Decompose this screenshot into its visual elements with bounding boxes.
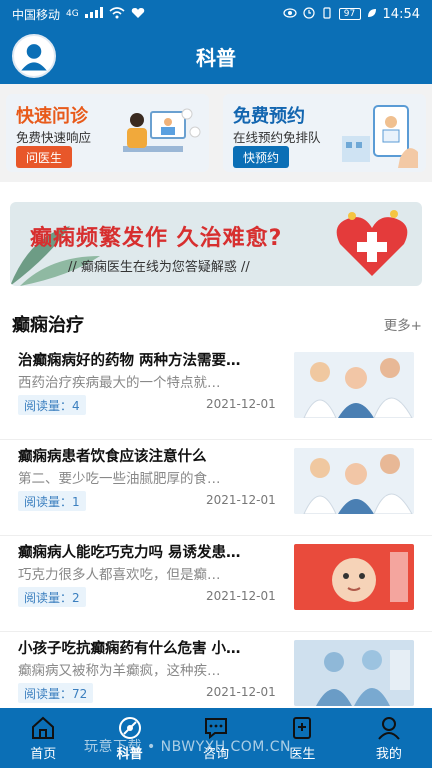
nav-profile[interactable]: 我的 <box>346 708 432 768</box>
free-appointment-subtitle: 在线预约免排队 <box>233 130 321 145</box>
promo-banner[interactable]: 癫痫频繁发作 久治难愈? // 癫痫医生在线为您答疑解惑 // <box>10 202 422 286</box>
quick-consult-title: 快速问诊 <box>16 106 88 127</box>
eye-icon <box>282 7 297 21</box>
battery-indicator: 97 <box>338 8 361 20</box>
article-excerpt: 巧克力很多人都喜欢吃，但是癫… <box>18 567 221 583</box>
article-excerpt: 西药治疗疾病最大的一个特点就… <box>18 375 221 391</box>
read-count-badge: 阅读量：72 <box>18 683 94 703</box>
user-avatar[interactable] <box>12 34 56 78</box>
nav-consult-label: 咨询 <box>203 746 230 762</box>
alarm-icon <box>302 6 315 22</box>
nav-science[interactable]: 科普 <box>86 708 172 768</box>
ask-doctor-button[interactable]: 问医生 <box>16 146 73 168</box>
carrier-label: 中国移动 <box>12 7 61 22</box>
nav-science-label: 科普 <box>116 746 143 762</box>
article-excerpt: 癫痫病又被称为羊癫疯，这种疾… <box>18 663 221 679</box>
app-header: 科普 <box>0 28 432 84</box>
article-title: 癫痫病患者饮食应该注意什么 <box>18 449 207 465</box>
quick-actions: 快速问诊 免费快速响应 问医生 免费预约 在线预约免排队 快预约 <box>0 84 432 182</box>
article-title: 小孩子吃抗癫痫药有什么危害 小… <box>18 641 241 657</box>
article-date: 2021-12-01 <box>206 589 276 603</box>
more-link[interactable]: 更多+ <box>384 314 422 334</box>
banner-section: 癫痫频繁发作 久治难愈? // 癫痫医生在线为您答疑解惑 // <box>0 196 432 296</box>
doctor-icon <box>293 716 312 739</box>
section-title: 癫痫治疗 <box>12 315 84 336</box>
quick-consult-subtitle: 免费快速响应 <box>16 130 92 145</box>
article-thumbnail <box>294 448 414 514</box>
doctor-patient-photo-icon <box>294 352 414 418</box>
article-thumbnail <box>294 544 414 610</box>
signal-icon <box>84 7 103 21</box>
avatar-icon <box>15 37 53 75</box>
article-date: 2021-12-01 <box>206 493 276 507</box>
home-icon <box>32 716 55 739</box>
status-bar: 中国移动 4G 97 14:54 <box>0 0 432 28</box>
banner-subline: // 癫痫医生在线为您答疑解惑 // <box>68 260 250 275</box>
article-item[interactable]: 癫痫病患者饮食应该注意什么 第二、要少吃一些油腻肥厚的食… 阅读量：1 2021… <box>0 440 432 536</box>
nav-doctor[interactable]: 医生 <box>259 708 345 768</box>
free-appointment-card[interactable]: 免费预约 在线预约免排队 快预约 <box>223 94 426 172</box>
clock-time: 14:54 <box>382 6 420 22</box>
banner-headline: 癫痫频繁发作 久治难愈? <box>30 226 283 251</box>
nav-consult[interactable]: 咨询 <box>173 708 259 768</box>
bottom-nav: 首页 科普 咨询 医生 我的 <box>0 708 432 768</box>
section-header: 癫痫治疗 更多+ <box>0 304 432 344</box>
doctor-patient-photo-icon <box>294 448 414 514</box>
surgery-team-photo-icon <box>294 640 414 706</box>
nav-profile-label: 我的 <box>375 746 402 762</box>
free-appointment-title: 免费预约 <box>233 106 305 127</box>
doctor-consult-icon <box>123 108 201 152</box>
science-icon <box>118 716 141 739</box>
chat-icon <box>205 717 228 739</box>
article-item[interactable]: 治癫痫病好的药物 两种方法需要… 西药治疗疾病最大的一个特点就… 阅读量：4 2… <box>0 344 432 440</box>
article-excerpt: 第二、要少吃一些油腻肥厚的食… <box>18 471 221 487</box>
article-date: 2021-12-01 <box>206 685 276 699</box>
heart-status-icon <box>131 7 145 22</box>
nav-home[interactable]: 首页 <box>0 708 86 768</box>
leaf-icon <box>367 7 377 21</box>
network-label: 4G <box>66 9 79 19</box>
phone-appointment-icon <box>342 105 418 168</box>
article-title: 治癫痫病好的药物 两种方法需要… <box>18 353 241 369</box>
nav-doctor-label: 医生 <box>289 746 316 762</box>
article-title: 癫痫病人能吃巧克力吗 易诱发患… <box>18 545 241 561</box>
read-count-badge: 阅读量：2 <box>18 587 86 607</box>
medical-heart-icon <box>336 210 408 276</box>
profile-icon <box>378 716 400 740</box>
article-item[interactable]: 癫痫病人能吃巧克力吗 易诱发患… 巧克力很多人都喜欢吃，但是癫… 阅读量：2 2… <box>0 536 432 632</box>
app-root: 中国移动 4G 97 14:54 科普 快速问诊 免费快速响应 问医生 免费预约… <box>0 0 432 768</box>
nav-home-label: 首页 <box>30 746 57 762</box>
read-count-badge: 阅读量：4 <box>18 395 86 415</box>
article-date: 2021-12-01 <box>206 397 276 411</box>
read-count-badge: 阅读量：1 <box>18 491 86 511</box>
quick-appointment-button[interactable]: 快预约 <box>233 146 290 168</box>
page-title: 科普 <box>196 45 236 70</box>
vibrate-icon <box>321 6 333 22</box>
baby-photo-icon <box>294 544 414 610</box>
quick-consult-card[interactable]: 快速问诊 免费快速响应 问医生 <box>6 94 209 172</box>
article-thumbnail <box>294 640 414 706</box>
article-list: 治癫痫病好的药物 两种方法需要… 西药治疗疾病最大的一个特点就… 阅读量：4 2… <box>0 344 432 728</box>
wifi-icon <box>109 6 125 22</box>
article-thumbnail <box>294 352 414 418</box>
